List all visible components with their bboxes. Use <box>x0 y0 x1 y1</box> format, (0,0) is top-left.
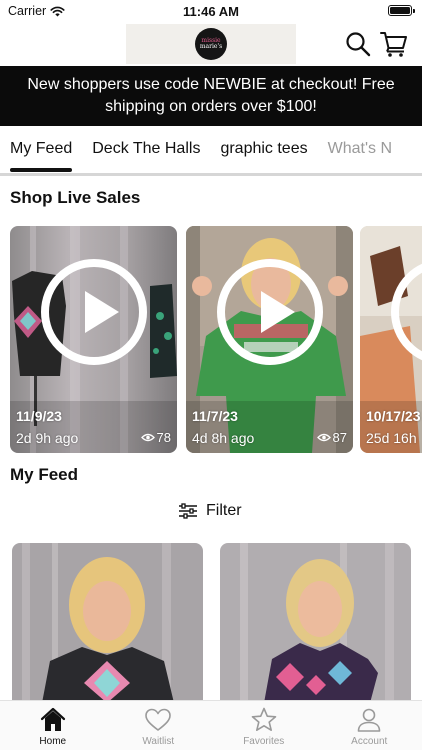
live-sale-ago: 4d 8h ago <box>192 430 255 446</box>
tab-home-label: Home <box>39 736 67 747</box>
live-sale-card[interactable]: 11/7/23 4d 8h ago 87 <box>186 226 353 453</box>
search-icon[interactable] <box>345 31 371 57</box>
tab-waitlist-label: Waitlist <box>142 736 175 747</box>
feed-title: My Feed <box>10 465 79 484</box>
live-sale-card[interactable]: 10/17/23 25d 16h <box>360 226 422 453</box>
tab-label: What's N <box>327 140 393 157</box>
tab-label: My Feed <box>10 140 73 157</box>
tab-deck-the-halls[interactable]: Deck The Halls <box>82 126 210 174</box>
tab-whats-new[interactable]: What's N <box>318 126 402 174</box>
tab-favorites[interactable]: Favorites <box>211 701 317 750</box>
category-tabs: My Feed Deck The Halls graphic tees What… <box>0 126 422 174</box>
heart-icon <box>145 708 172 731</box>
live-sale-card[interactable]: 11/9/23 2d 9h ago 78 <box>10 226 177 453</box>
live-sale-date: 11/9/23 <box>16 408 62 424</box>
view-count-value: 87 <box>332 430 347 445</box>
star-icon <box>251 707 277 731</box>
cart-icon[interactable] <box>380 30 408 58</box>
tab-account-label: Account <box>351 736 388 747</box>
person-icon <box>357 708 381 732</box>
promo-banner: New shoppers use code NEWBIE at checkout… <box>0 66 422 126</box>
promo-text: New shoppers use code NEWBIE at checkout… <box>27 76 395 115</box>
sliders-icon <box>179 503 197 519</box>
eye-icon <box>140 433 155 442</box>
tab-account[interactable]: Account <box>317 701 422 750</box>
app-header: missie marie's <box>0 22 422 66</box>
tab-home[interactable]: Home <box>0 701 106 750</box>
battery-icon <box>388 5 415 16</box>
live-sale-date: 11/7/23 <box>192 408 238 424</box>
brand-logo[interactable]: missie marie's <box>126 24 296 64</box>
live-sale-ago: 2d 9h ago <box>16 430 79 446</box>
filter-label: Filter <box>206 502 242 519</box>
tab-divider <box>0 173 422 176</box>
live-sale-date: 10/17/23 <box>366 408 421 424</box>
tab-my-feed[interactable]: My Feed <box>0 126 82 174</box>
play-icon[interactable] <box>216 259 323 365</box>
product-image <box>12 543 203 703</box>
feed-product-card[interactable] <box>220 543 411 703</box>
tab-favorites-label: Favorites <box>243 736 285 747</box>
tab-waitlist[interactable]: Waitlist <box>106 701 212 750</box>
filter-button[interactable]: Filter <box>178 502 242 520</box>
logo-mark: missie marie's <box>195 28 227 60</box>
view-count-value: 78 <box>156 430 171 445</box>
tab-label: Deck The Halls <box>92 140 201 157</box>
status-bar: Carrier 11:46 AM <box>0 0 422 22</box>
live-sales-title: Shop Live Sales <box>10 188 141 207</box>
feed-product-card[interactable] <box>12 543 203 703</box>
eye-icon <box>316 433 331 442</box>
play-icon[interactable] <box>40 259 147 365</box>
logo-text-line2: marie's <box>199 43 223 50</box>
home-icon <box>40 707 65 731</box>
live-sales-carousel[interactable]: 11/9/23 2d 9h ago 78 11/7/23 4d 8h ago 8… <box>10 226 422 454</box>
tab-graphic-tees[interactable]: graphic tees <box>210 126 317 174</box>
tab-label: graphic tees <box>220 140 308 157</box>
clock: 11:46 AM <box>183 4 239 19</box>
product-image <box>220 543 411 703</box>
bottom-tab-bar: Home Waitlist Favorites Account <box>0 700 422 750</box>
view-count: 78 <box>140 430 171 445</box>
live-sale-ago: 25d 16h <box>366 430 417 446</box>
view-count: 87 <box>316 430 347 445</box>
